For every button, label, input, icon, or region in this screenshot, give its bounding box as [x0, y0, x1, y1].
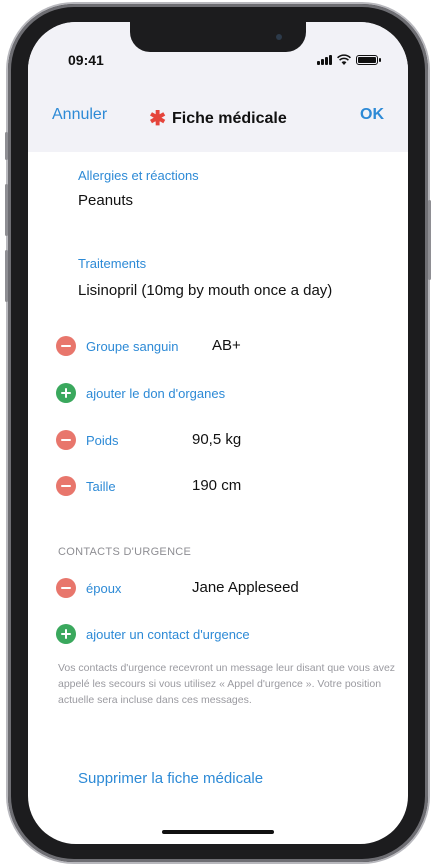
emergency-contact-row: époux	[56, 576, 121, 600]
medical-id-form: Allergies et réactions Peanuts Traitemen…	[28, 152, 408, 844]
add-organ-donor-icon[interactable]	[56, 383, 76, 403]
blood-type-value[interactable]: AB+	[212, 337, 241, 354]
phone-frame: 09:41 Annuler ✱ Fiche médicale OK Allerg…	[5, 4, 431, 862]
height-label: Taille	[86, 478, 116, 494]
screen: 09:41 Annuler ✱ Fiche médicale OK Allerg…	[28, 22, 408, 844]
page-title-text: Fiche médicale	[172, 110, 287, 127]
add-organ-donor-label[interactable]: ajouter le don d'organes	[86, 386, 225, 401]
height-value[interactable]: 190 cm	[192, 477, 241, 494]
add-contact-label[interactable]: ajouter un contact d'urgence	[86, 627, 250, 642]
remove-contact-icon[interactable]	[56, 578, 76, 598]
status-icons	[317, 54, 381, 65]
done-button[interactable]: OK	[360, 106, 384, 124]
contact-relation[interactable]: époux	[86, 581, 121, 596]
signal-icon	[317, 55, 332, 65]
remove-height-icon[interactable]	[56, 476, 76, 496]
power-button	[428, 200, 431, 280]
weight-row: Poids	[56, 428, 119, 452]
organ-donor-row[interactable]: ajouter le don d'organes	[56, 381, 225, 405]
height-row: Taille	[56, 474, 116, 498]
notch	[130, 22, 306, 52]
allergies-label: Allergies et réactions	[78, 168, 199, 183]
volume-up-button	[5, 184, 8, 236]
delete-medical-id-button[interactable]: Supprimer la fiche médicale	[78, 770, 263, 787]
add-contact-icon[interactable]	[56, 624, 76, 644]
remove-weight-icon[interactable]	[56, 430, 76, 450]
emergency-contacts-header: CONTACTS D'URGENCE	[58, 546, 192, 558]
blood-type-row: Groupe sanguin	[56, 334, 179, 358]
status-time: 09:41	[68, 52, 104, 68]
blood-type-label: Groupe sanguin	[86, 338, 179, 354]
add-contact-row[interactable]: ajouter un contact d'urgence	[56, 622, 250, 646]
nav-bar: Annuler ✱ Fiche médicale OK	[28, 82, 408, 152]
emergency-footnote: Vos contacts d'urgence recevront un mess…	[58, 662, 396, 706]
weight-label: Poids	[86, 432, 119, 448]
allergies-field[interactable]: Peanuts	[78, 192, 133, 209]
remove-blood-type-icon[interactable]	[56, 336, 76, 356]
home-indicator[interactable]	[162, 830, 274, 834]
medical-asterisk-icon: ✱	[149, 108, 167, 130]
medications-label: Traitements	[78, 256, 147, 271]
weight-value[interactable]: 90,5 kg	[192, 431, 241, 448]
page-title: ✱ Fiche médicale	[28, 106, 408, 131]
contact-name[interactable]: Jane Appleseed	[192, 579, 299, 596]
medications-field[interactable]: Lisinopril (10mg by mouth once a day)	[78, 282, 332, 299]
wifi-icon	[337, 54, 351, 65]
mute-switch	[5, 132, 8, 160]
battery-icon	[356, 55, 381, 65]
volume-down-button	[5, 250, 8, 302]
